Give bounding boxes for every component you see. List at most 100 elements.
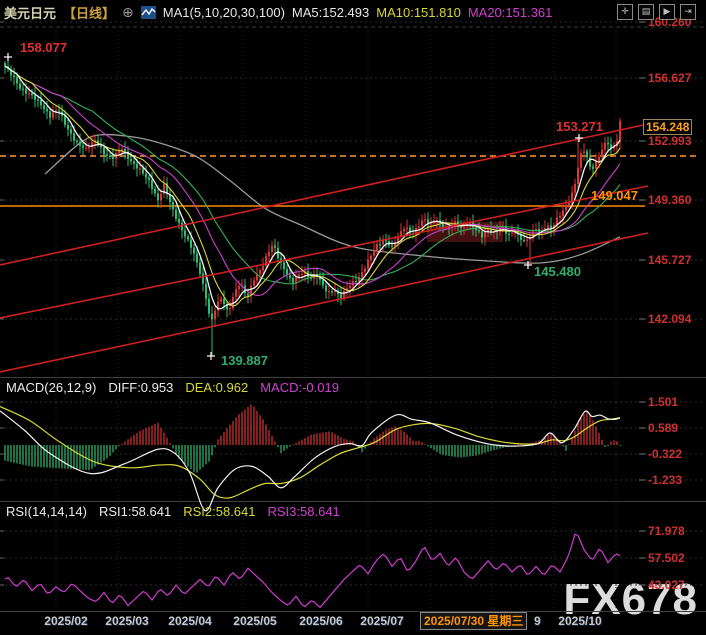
symbol-name: 美元日元	[4, 3, 56, 22]
title-bar: 美元日元 【日线】 ⊕ MA1(5,10,20,30,100) MA5:152.…	[4, 3, 552, 22]
candle	[325, 281, 327, 298]
candle	[181, 219, 183, 238]
candle	[109, 153, 111, 160]
candle	[358, 272, 360, 288]
candle	[220, 296, 222, 304]
rsi-title: RSI(14,14,14)	[6, 504, 87, 519]
candle	[388, 235, 390, 248]
candle	[298, 272, 300, 281]
candle	[580, 149, 582, 172]
candle	[82, 142, 84, 155]
candle	[535, 223, 537, 234]
candle	[256, 266, 258, 285]
ma10-value: MA10:151.810	[376, 5, 461, 20]
rsi1-value: RSI1:58.641	[99, 504, 171, 519]
candle	[385, 234, 387, 248]
candle	[274, 239, 276, 254]
move-tool-icon[interactable]: ✛	[617, 4, 633, 20]
candle	[583, 143, 585, 161]
candle	[214, 306, 216, 327]
candle	[331, 289, 333, 296]
candle	[193, 244, 195, 262]
rsi2-value: RSI2:58.641	[183, 504, 255, 519]
candle	[208, 293, 210, 317]
trend-line[interactable]	[0, 233, 648, 372]
candle	[610, 137, 612, 154]
candle	[340, 286, 342, 305]
candle	[394, 236, 396, 254]
macd-diff-value: DIFF:0.953	[108, 380, 173, 395]
ma30-line	[5, 66, 620, 283]
candle	[604, 137, 606, 156]
rsi-line	[5, 534, 620, 607]
gridlines	[0, 22, 706, 612]
chart-canvas[interactable]	[0, 0, 706, 635]
rsi3-value: RSI3:58.641	[268, 504, 340, 519]
macd-dea-line	[0, 407, 620, 499]
candle	[217, 294, 219, 318]
candle	[151, 172, 153, 194]
candle	[115, 151, 117, 167]
candle	[211, 306, 213, 355]
candle	[148, 175, 150, 188]
candle	[553, 222, 555, 235]
candle	[226, 301, 228, 317]
candle	[424, 213, 426, 226]
ma5-value: MA5:152.493	[292, 5, 369, 20]
candle	[376, 240, 378, 254]
go-to-latest-icon[interactable]: ⇥	[680, 4, 696, 20]
candle	[31, 89, 33, 99]
candle	[10, 66, 12, 82]
candle	[202, 267, 204, 292]
candle	[34, 87, 36, 107]
chart-style-icon[interactable]	[141, 6, 156, 19]
extreme-cross-marker	[524, 261, 532, 269]
extreme-cross-marker	[4, 53, 12, 61]
candle	[37, 97, 39, 108]
candle	[592, 163, 594, 174]
candle	[397, 233, 399, 250]
zoom-toggle-icon[interactable]: ⊕	[122, 4, 134, 21]
axis-scale-icon[interactable]: ▤	[638, 4, 654, 20]
macd-dea-value: DEA:0.962	[185, 380, 248, 395]
candle	[550, 217, 552, 236]
candle	[367, 252, 369, 273]
auto-scroll-icon[interactable]: ▶	[659, 4, 675, 20]
candle	[163, 176, 165, 198]
candle	[43, 103, 45, 114]
candle	[145, 166, 147, 185]
macd-indicator-row: MACD(26,12,9) DIFF:0.953 DEA:0.962 MACD:…	[6, 380, 339, 395]
macd-value: MACD:-0.019	[260, 380, 339, 395]
chart-toolbar: ✛ ▤ ▶ ⇥	[617, 4, 696, 20]
candle	[205, 277, 207, 306]
timeframe-label: 【日线】	[63, 3, 115, 22]
candle	[229, 300, 231, 315]
macd-title: MACD(26,12,9)	[6, 380, 96, 395]
candle	[349, 280, 351, 297]
candle	[355, 274, 357, 284]
candle	[154, 186, 156, 197]
ma10-line	[5, 66, 620, 306]
candle	[292, 275, 294, 291]
candle	[52, 105, 54, 120]
candle	[361, 264, 363, 285]
candle	[601, 142, 603, 159]
extreme-cross-marker	[207, 352, 215, 360]
candle	[166, 177, 168, 199]
ma5-line	[5, 66, 620, 308]
candle	[265, 253, 267, 268]
candle	[13, 68, 15, 86]
candle	[112, 148, 114, 166]
candle	[268, 244, 270, 262]
candle	[595, 153, 597, 176]
macd-pane	[0, 404, 621, 510]
candle	[577, 137, 579, 189]
ma-settings-label: MA1(5,10,20,30,100)	[163, 5, 285, 20]
candle	[379, 237, 381, 250]
candles	[4, 59, 621, 356]
candle	[175, 205, 177, 222]
candle	[100, 138, 102, 154]
candle	[433, 214, 435, 224]
candle	[382, 235, 384, 252]
rsi-indicator-row: RSI(14,14,14) RSI1:58.641 RSI2:58.641 RS…	[6, 504, 340, 519]
